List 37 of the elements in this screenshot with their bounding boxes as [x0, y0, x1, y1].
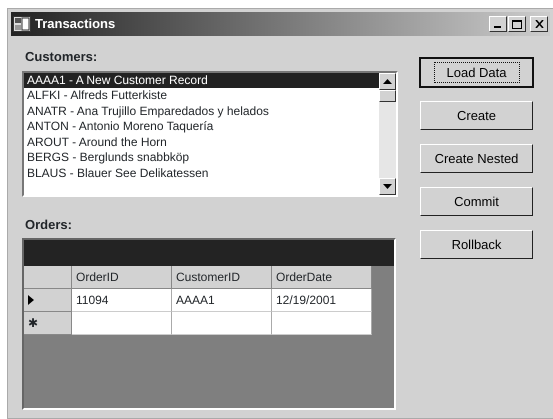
- scrollbar[interactable]: [379, 72, 396, 194]
- app-icon: [13, 16, 31, 32]
- up-arrow-icon: [383, 78, 392, 84]
- column-header[interactable]: CustomerID: [172, 266, 272, 289]
- customer-item[interactable]: AAAA1 - A New Customer Record: [24, 72, 379, 88]
- action-button[interactable]: Load Data: [420, 58, 533, 87]
- action-button[interactable]: Rollback: [420, 230, 533, 259]
- orders-label: Orders:: [25, 216, 73, 234]
- column-header[interactable]: OrderDate: [272, 266, 372, 289]
- column-header[interactable]: OrderID: [72, 266, 172, 289]
- customer-item[interactable]: ALFKI - Alfreds Futterkiste: [24, 88, 379, 104]
- down-arrow-icon: [383, 184, 392, 188]
- customer-list[interactable]: [22, 70, 398, 196]
- minimize-button[interactable]: [489, 16, 507, 32]
- table-cell: AAAA1: [172, 289, 272, 312]
- maximize-button[interactable]: [508, 16, 526, 32]
- action-button[interactable]: Create: [420, 101, 533, 130]
- table-cell: 12/19/2001: [272, 289, 372, 312]
- action-button[interactable]: Commit: [420, 187, 533, 216]
- close-button[interactable]: [530, 16, 548, 32]
- customers-label: Customers:: [25, 48, 98, 66]
- current-row-icon: [28, 295, 34, 305]
- close-icon: [534, 20, 544, 28]
- scroll-down-button[interactable]: [379, 178, 396, 194]
- customer-item[interactable]: ANATR - Ana Trujillo Emparedados y helados: [24, 104, 379, 119]
- customer-item[interactable]: ANTON - Antonio Moreno Taquería: [24, 119, 379, 134]
- maximize-icon: [512, 20, 522, 28]
- customer-item[interactable]: BLAUS - Blauer See Delikatessen: [24, 166, 379, 181]
- customer-item[interactable]: BERGS - Berglunds snabbköp: [24, 150, 379, 166]
- table-cell: 11094: [72, 289, 172, 312]
- customer-item[interactable]: AROUT - Around the Horn: [24, 134, 379, 150]
- action-button[interactable]: Create Nested: [420, 144, 533, 173]
- window-title: Transactions: [35, 15, 116, 34]
- new-row-marker[interactable]: ✱: [24, 312, 72, 335]
- scroll-up-button[interactable]: [379, 72, 396, 90]
- row-header[interactable]: [24, 289, 72, 312]
- scroll-thumb[interactable]: [379, 90, 396, 102]
